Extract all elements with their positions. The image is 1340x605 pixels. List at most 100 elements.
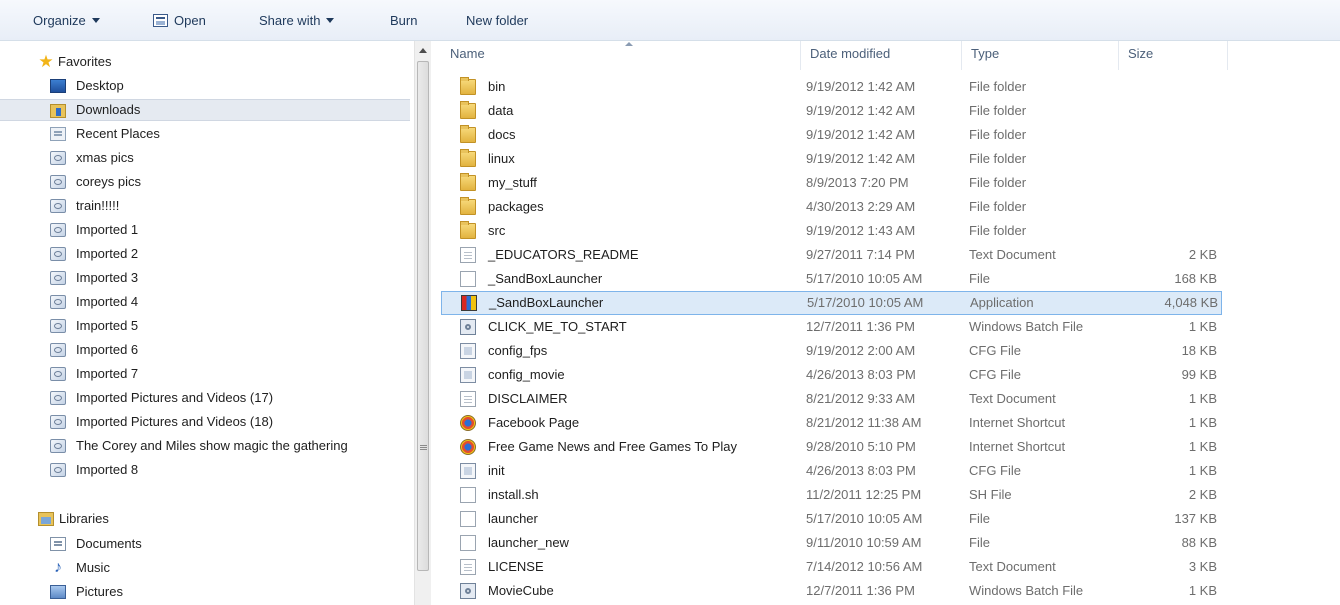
share-with-label: Share with [259, 13, 321, 28]
navigation-pane: ★ Favorites Desktop Downloads Recent Place… [0, 41, 414, 605]
libraries-header[interactable]: Libraries [0, 508, 410, 530]
file-row[interactable]: linux 9/19/2012 1:42 AM File folder [441, 147, 1222, 171]
column-header-type[interactable]: Type [962, 41, 1119, 70]
library-folder-icon [50, 175, 66, 189]
sidebar-item-label: Documents [76, 536, 142, 551]
sidebar-item[interactable]: Imported 8 [0, 459, 410, 481]
sidebar-item[interactable]: Imported 6 [0, 339, 410, 361]
file-name: Facebook Page [488, 415, 580, 430]
sidebar-item-label: Imported 2 [76, 246, 139, 261]
file-name: docs [488, 127, 516, 142]
file-row[interactable]: docs 9/19/2012 1:42 AM File folder [441, 123, 1222, 147]
sidebar-item[interactable]: Imported 7 [0, 363, 410, 385]
sidebar-item[interactable]: Imported 5 [0, 315, 410, 337]
file-row[interactable]: data 9/19/2012 1:42 AM File folder [441, 99, 1222, 123]
navigation-scrollbar[interactable] [414, 41, 431, 605]
file-size: 99 KB [1181, 367, 1217, 382]
file-date: 5/17/2010 10:05 AM [807, 295, 924, 310]
sidebar-item[interactable]: Imported 2 [0, 243, 410, 265]
file-name: data [488, 103, 514, 118]
library-folder-icon [50, 151, 66, 165]
sidebar-item[interactable]: Imported Pictures and Videos (18) [0, 411, 410, 433]
sidebar-item[interactable]: train!!!!! [0, 195, 410, 217]
file-row[interactable]: _EDUCATORS_README 9/27/2011 7:14 PM Text D… [441, 243, 1222, 267]
file-date: 7/14/2012 10:56 AM [806, 559, 923, 574]
sidebar-item-label: Imported Pictures and Videos (18) [76, 414, 274, 429]
blank-file-icon [460, 511, 476, 527]
sidebar-item[interactable]: Documents [0, 533, 410, 555]
file-type: Internet Shortcut [969, 415, 1066, 430]
file-date: 9/27/2011 7:14 PM [806, 247, 915, 262]
file-row[interactable]: src 9/19/2012 1:43 AM File folder [441, 219, 1222, 243]
sidebar-item[interactable]: Recent Places [0, 123, 410, 145]
chevron-down-icon [326, 18, 335, 23]
grip-icon [420, 445, 427, 446]
open-button[interactable]: Open [153, 11, 206, 31]
file-date: 9/19/2012 2:00 AM [806, 343, 916, 358]
file-row[interactable]: MovieCube 12/7/2011 1:36 PM Windows Batch … [441, 579, 1222, 603]
file-row[interactable]: _SandBoxLauncher 5/17/2010 10:05 AM Applic… [441, 291, 1222, 315]
sidebar-item[interactable]: Imported 1 [0, 219, 410, 241]
scrollbar-thumb[interactable] [417, 61, 429, 571]
file-type: File [969, 271, 990, 286]
file-row[interactable]: Free Game News and Free Games To Play 9/2… [441, 435, 1222, 459]
file-row[interactable]: config_movie 4/26/2013 8:03 PM CFG File 99 … [441, 363, 1222, 387]
text-document-icon [460, 247, 476, 263]
file-row[interactable]: install.sh 11/2/2011 12:25 PM SH File 2 KB [441, 483, 1222, 507]
file-row[interactable]: my_stuff 8/9/2013 7:20 PM File folder [441, 171, 1222, 195]
file-type: File folder [969, 127, 1027, 142]
file-row[interactable]: packages 4/30/2013 2:29 AM File folder [441, 195, 1222, 219]
sidebar-item-label: Desktop [76, 78, 124, 93]
file-size: 1 KB [1188, 583, 1217, 598]
file-name: _SandBoxLauncher [489, 295, 604, 310]
file-row[interactable]: config_fps 9/19/2012 2:00 AM CFG File 18 KB [441, 339, 1222, 363]
sidebar-item[interactable]: coreys pics [0, 171, 410, 193]
file-size: 1 KB [1188, 439, 1217, 454]
organize-button[interactable]: Organize [33, 11, 100, 31]
file-row[interactable]: launcher 5/17/2010 10:05 AM File 137 KB [441, 507, 1222, 531]
file-row[interactable]: Facebook Page 8/21/2012 11:38 AM Internet … [441, 411, 1222, 435]
scroll-up-icon[interactable] [419, 48, 427, 53]
cfg-file-icon [460, 367, 476, 383]
new-folder-button[interactable]: New folder [466, 11, 528, 31]
file-row[interactable]: LICENSE 7/14/2012 10:56 AM Text Document 3 … [441, 555, 1222, 579]
sidebar-item[interactable]: Imported 3 [0, 267, 410, 289]
file-row[interactable]: CLICK_ME_TO_START 12/7/2011 1:36 PM Window… [441, 315, 1222, 339]
file-size: 1 KB [1188, 415, 1217, 430]
share-with-button[interactable]: Share with [259, 11, 335, 31]
file-row[interactable]: _SandBoxLauncher 5/17/2010 10:05 AM File 16… [441, 267, 1222, 291]
burn-button[interactable]: Burn [390, 11, 417, 31]
file-date: 11/2/2011 12:25 PM [806, 487, 922, 502]
sidebar-item[interactable]: Imported Pictures and Videos (17) [0, 387, 410, 409]
file-type: File [969, 511, 990, 526]
sidebar-item[interactable]: Downloads [0, 99, 410, 121]
file-row[interactable]: launcher_new 9/11/2010 10:59 AM File 88 KB [441, 531, 1222, 555]
column-date-label: Date modified [810, 46, 891, 61]
column-size-label: Size [1128, 46, 1154, 61]
sidebar-item[interactable]: Desktop [0, 75, 410, 97]
file-name: config_fps [488, 343, 548, 358]
file-row[interactable]: DISCLAIMER 8/21/2012 9:33 AM Text Document… [441, 387, 1222, 411]
column-header-name[interactable]: Name [441, 41, 801, 70]
recent-places-icon [50, 127, 66, 141]
sidebar-item[interactable]: Imported 4 [0, 291, 410, 313]
sidebar-item[interactable]: The Corey and Miles show magic the gathe… [0, 435, 410, 457]
sidebar-item-label: Imported 8 [76, 462, 139, 477]
sidebar-item-label: The Corey and Miles show magic the gathe… [76, 438, 348, 453]
file-size: 2 KB [1188, 487, 1217, 502]
sidebar-item[interactable]: ♪ Music [0, 557, 410, 579]
downloads-icon [50, 104, 66, 118]
column-header-size[interactable]: Size [1119, 41, 1228, 70]
folder-icon [460, 173, 476, 191]
sidebar-item[interactable]: xmas pics [0, 147, 410, 169]
library-folder-icon [50, 463, 66, 477]
file-row[interactable]: init 4/26/2013 8:03 PM CFG File 1 KB [441, 459, 1222, 483]
favorites-header[interactable]: ★ Favorites [0, 51, 410, 73]
sidebar-item[interactable]: Pictures [0, 581, 410, 603]
text-document-icon [460, 559, 476, 575]
file-size: 168 KB [1174, 271, 1217, 286]
column-header-date[interactable]: Date modified [801, 41, 962, 70]
file-row[interactable]: bin 9/19/2012 1:42 AM File folder [441, 75, 1222, 99]
file-name: linux [488, 151, 515, 166]
file-date: 8/21/2012 9:33 AM [806, 391, 916, 406]
